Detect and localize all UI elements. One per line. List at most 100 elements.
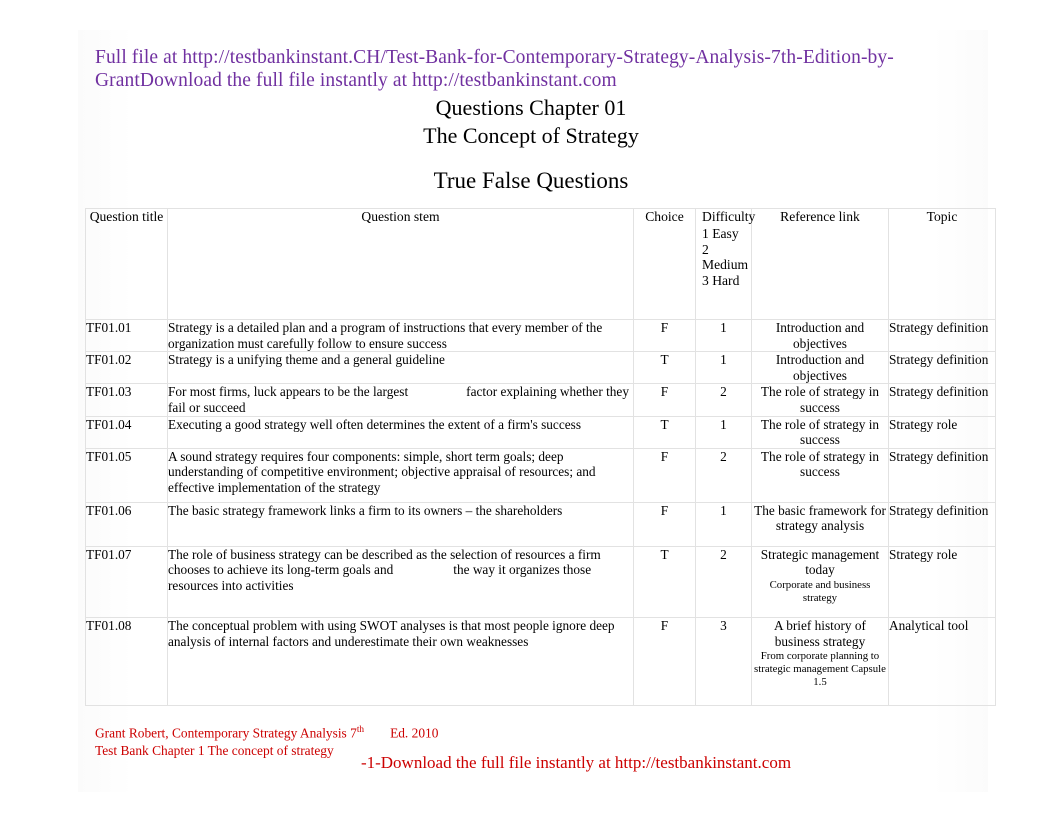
cell-difficulty: 1: [695, 351, 752, 385]
cell-choice: F: [633, 501, 696, 547]
cell-reference-link: Introduction and objectives: [751, 351, 889, 385]
reference-main: A brief history of business strategy: [774, 617, 866, 649]
table-row: TF01.08 The conceptual problem with usin…: [85, 616, 996, 707]
column-header-difficulty-label: Difficulty: [702, 209, 756, 224]
cell-question-stem: Strategy is a detailed plan and a progra…: [167, 318, 634, 353]
cell-difficulty: 2: [695, 383, 752, 417]
column-header-topic: Topic: [888, 208, 996, 320]
reference-main: The basic framework for strategy analysi…: [754, 502, 886, 534]
table-row: TF01.06 The basic strategy framework lin…: [85, 501, 996, 547]
section-heading: True False Questions: [433, 168, 629, 193]
cell-choice: F: [633, 383, 696, 417]
cell-reference-link: A brief history of business strategy From…: [751, 616, 889, 707]
column-header-question-stem: Question stem: [167, 208, 634, 320]
cell-question-title: TF01.01: [85, 318, 168, 353]
cell-question-stem: For most firms, luck appears to be the l…: [167, 383, 634, 417]
cell-difficulty: 1: [695, 501, 752, 547]
cell-topic: Analytical tool: [888, 616, 996, 707]
page-title: Questions Chapter 01 The Concept of Stra…: [0, 94, 1062, 150]
reference-main: The role of strategy in success: [760, 448, 880, 480]
footer-edition-superscript: th: [356, 725, 365, 735]
stem-part-a: For most firms, luck appears to be the l…: [168, 384, 409, 400]
cell-topic: Strategy definition: [888, 501, 996, 547]
cell-difficulty: 2: [695, 545, 752, 618]
cell-question-title: TF01.02: [85, 351, 168, 385]
cell-question-title: TF01.03: [85, 383, 168, 417]
stem-part-a: The basic strategy framework links a fir…: [168, 502, 563, 518]
difficulty-scale-3: 3 Hard: [702, 272, 740, 288]
column-header-difficulty: Difficulty 1 Easy 2 Medium 3 Hard: [695, 208, 756, 320]
cell-difficulty: 1: [695, 415, 752, 449]
cell-topic: Strategy definition: [888, 383, 996, 417]
cell-difficulty: 2: [695, 447, 752, 503]
table-row: TF01.02 Strategy is a unifying theme and…: [85, 351, 996, 385]
column-header-question-title: Question title: [85, 208, 168, 320]
page-title-line2: The Concept of Strategy: [423, 123, 639, 148]
stem-part-a: Strategy is a unifying theme and a gener…: [168, 352, 445, 368]
cell-topic: Strategy definition: [888, 351, 996, 385]
cell-reference-link: The role of strategy in success: [751, 415, 889, 449]
difficulty-scale-legend: 1 Easy 2 Medium 3 Hard: [702, 226, 749, 288]
cell-question-title: TF01.06: [85, 501, 168, 547]
cell-choice: T: [633, 545, 696, 618]
table-row: TF01.03 For most firms, luck appears to …: [85, 383, 996, 417]
cell-reference-link: Introduction and objectives: [751, 318, 889, 353]
cell-topic: Strategy definition: [888, 318, 996, 353]
table-header-row: Question title Question stem Choice Diff…: [85, 208, 996, 320]
table-row: TF01.04 Executing a good strategy well o…: [85, 415, 996, 449]
difficulty-scale-1: 1 Easy: [702, 226, 739, 241]
footer-edition-year: Ed. 2010: [390, 725, 439, 741]
table-row: TF01.07 The role of business strategy ca…: [85, 545, 996, 618]
cell-topic: Strategy role: [888, 545, 996, 618]
reference-sub: Corporate and business strategy: [769, 578, 871, 604]
document-page: Full file at http://testbankinstant.CH/T…: [0, 0, 1062, 822]
questions-table: Question title Question stem Choice Diff…: [85, 208, 996, 707]
reference-main: The role of strategy in success: [760, 384, 880, 415]
cell-question-stem: The basic strategy framework links a fir…: [167, 501, 634, 547]
cell-reference-link: The role of strategy in success: [751, 383, 889, 417]
reference-sub: From corporate planning to strategic man…: [754, 650, 886, 689]
stem-part-a: A sound strategy requires four component…: [168, 448, 596, 495]
questions-table-wrapper: Question title Question stem Choice Diff…: [85, 208, 996, 707]
stem-part-a: Strategy is a detailed plan and a progra…: [168, 320, 603, 351]
cell-difficulty: 1: [695, 318, 752, 353]
reference-main: Strategic management today: [760, 546, 880, 578]
cell-topic: Strategy definition: [888, 447, 996, 503]
cell-choice: T: [633, 351, 696, 385]
cell-choice: F: [633, 447, 696, 503]
cell-reference-link: The role of strategy in success: [751, 447, 889, 503]
cell-topic: Strategy role: [888, 415, 996, 449]
cell-choice: T: [633, 415, 696, 449]
cell-choice: F: [633, 616, 696, 707]
column-header-reference-link: Reference link: [751, 208, 889, 320]
table-header: Question title Question stem Choice Diff…: [85, 208, 996, 320]
full-file-banner-link[interactable]: Full file at http://testbankinstant.CH/T…: [95, 46, 925, 92]
reference-main: Introduction and objectives: [775, 320, 865, 351]
cell-question-title: TF01.04: [85, 415, 168, 449]
page-title-line1: Questions Chapter 01: [435, 95, 627, 120]
cell-reference-link: Strategic management today Corporate and …: [751, 545, 889, 618]
footer-citation-text: Grant Robert, Contemporary Strategy Anal…: [95, 725, 357, 741]
cell-question-title: TF01.05: [85, 447, 168, 503]
cell-question-stem: A sound strategy requires four component…: [167, 447, 634, 503]
reference-main: Introduction and objectives: [775, 352, 865, 383]
table-body: TF01.01 Strategy is a detailed plan and …: [85, 318, 996, 707]
table-row: TF01.01 Strategy is a detailed plan and …: [85, 318, 996, 353]
cell-question-title: TF01.07: [85, 545, 168, 618]
footer-download-link[interactable]: -1-Download the full file instantly at h…: [0, 752, 1062, 774]
cell-difficulty: 3: [695, 616, 752, 707]
footer-citation-line1: Grant Robert, Contemporary Strategy Anal…: [95, 722, 438, 742]
stem-part-a: The conceptual problem with using SWOT a…: [168, 617, 615, 649]
column-header-choice: Choice: [633, 208, 696, 320]
reference-main: The role of strategy in success: [760, 416, 880, 448]
table-row: TF01.05 A sound strategy requires four c…: [85, 447, 996, 503]
cell-question-stem: Strategy is a unifying theme and a gener…: [167, 351, 634, 385]
cell-question-title: TF01.08: [85, 616, 168, 707]
stem-part-a: Executing a good strategy well often det…: [168, 416, 581, 432]
difficulty-scale-2: 2 Medium: [702, 241, 749, 273]
cell-question-stem: Executing a good strategy well often det…: [167, 415, 634, 449]
cell-choice: F: [633, 318, 696, 353]
cell-question-stem: The role of business strategy can be des…: [167, 545, 634, 618]
cell-reference-link: The basic framework for strategy analysi…: [751, 501, 889, 547]
cell-question-stem: The conceptual problem with using SWOT a…: [167, 616, 634, 707]
